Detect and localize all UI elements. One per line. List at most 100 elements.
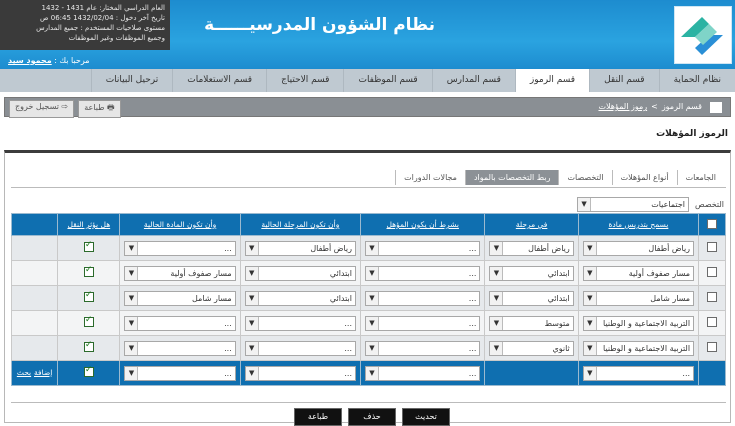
affects-transfer-checkbox[interactable]: [83, 290, 94, 302]
logo: [674, 6, 732, 64]
nav-tab[interactable]: ترحيل البيانات: [90, 69, 173, 92]
print-button[interactable]: طباعة: [294, 408, 342, 426]
chevron-down-icon: ▼: [245, 291, 259, 305]
breadcrumb-actions: 🖶 طباعة ⇨ تسجيل خروج: [9, 100, 121, 118]
stage-select[interactable]: ثانوي ▼: [489, 340, 574, 356]
home-icon[interactable]: [710, 102, 722, 113]
subtab[interactable]: أنواع المؤهلات: [611, 170, 677, 185]
affects-cell: [57, 285, 121, 311]
affects-transfer-checkbox[interactable]: [83, 265, 94, 277]
add-link[interactable]: إضافة: [34, 368, 52, 377]
row-checkbox[interactable]: [707, 291, 718, 302]
chevron-down-icon: ▼: [125, 366, 139, 380]
col-qualification[interactable]: بشرط أن يكون المؤهل: [359, 213, 486, 236]
affects-transfer-checkbox[interactable]: [83, 315, 94, 327]
search-link[interactable]: بحث: [17, 368, 31, 377]
nav-tab[interactable]: نظام الحماية: [658, 69, 735, 92]
nav-tab[interactable]: قسم الموظفات: [343, 69, 431, 92]
affects-cell: [57, 310, 121, 336]
current-subject-select[interactable]: ... ▼: [124, 340, 236, 356]
nav-tab[interactable]: قسم المدارس: [431, 69, 515, 92]
username-link[interactable]: محمود سيد: [8, 56, 52, 65]
subject-select[interactable]: مسار شامل ▼: [582, 290, 695, 306]
qualification-select[interactable]: ... ▼: [365, 240, 481, 256]
breadcrumb-current[interactable]: رموز المؤهلات: [598, 102, 647, 113]
system-title: نظام الشؤون المدرسيــــــة: [204, 15, 435, 35]
action-buttons: تحديث حذف طباعة: [294, 408, 450, 426]
footer-actions-cell: إضافة بحث: [10, 360, 59, 386]
chevron-down-icon: ▼: [125, 241, 139, 255]
qualification-select[interactable]: ... ▼: [365, 315, 481, 331]
stage-cell: ابتدائي ▼: [484, 285, 579, 311]
update-button[interactable]: تحديث: [402, 408, 450, 426]
new-affects-checkbox[interactable]: [83, 365, 94, 377]
row-checkbox[interactable]: [707, 341, 718, 352]
current-stage-select[interactable]: ... ▼: [244, 340, 356, 356]
new-qualification-select[interactable]: ... ▼: [365, 365, 481, 381]
chevron-down-icon: ▼: [366, 241, 379, 255]
stage-cell: ثانوي ▼: [484, 335, 579, 361]
subtab[interactable]: ربط التخصصات بالمواد: [464, 170, 559, 185]
col-affects-transfer: هل يؤثر النقل: [57, 213, 121, 236]
row-checkbox[interactable]: [707, 241, 718, 252]
chevron-down-icon: ▼: [245, 241, 259, 255]
col-current-subject[interactable]: وأن تكون المادة الحالية: [119, 213, 241, 236]
page-title: الرموز المؤهلات: [656, 129, 728, 139]
current-stage-cell: ... ▼: [239, 335, 362, 361]
qualification-select[interactable]: ... ▼: [365, 340, 481, 356]
current-subject-cell: ... ▼: [119, 335, 241, 361]
subject-select[interactable]: مسار صفوف أولية ▼: [582, 265, 695, 281]
current-subject-select[interactable]: مسار صفوف أولية ▼: [124, 265, 236, 281]
subtab[interactable]: التخصصات: [558, 170, 611, 185]
subtab[interactable]: مجالات الدورات: [395, 170, 465, 185]
qual-cell: ... ▼: [359, 335, 486, 361]
row-select-cell: [698, 310, 726, 336]
nav-tab[interactable]: قسم الرموز: [514, 69, 590, 92]
col-stage[interactable]: في مرحلة: [484, 213, 579, 236]
qualification-select[interactable]: ... ▼: [365, 290, 481, 306]
nav-tab[interactable]: قسم الاحتياج: [266, 69, 343, 92]
subject-cell: مسار صفوف أولية ▼: [577, 260, 700, 286]
actions-cell: [10, 335, 59, 361]
select-all-checkbox[interactable]: [707, 218, 718, 229]
new-current-subject-select[interactable]: ... ▼: [124, 365, 236, 381]
stage-select[interactable]: متوسط ▼: [489, 315, 574, 331]
col-subject[interactable]: يسمح بتدريس مادة: [577, 213, 700, 236]
current-stage-select[interactable]: رياض أطفال ▼: [244, 240, 356, 256]
specialization-select[interactable]: اجتماعيات ▼: [577, 197, 690, 212]
affects-transfer-checkbox[interactable]: [83, 240, 94, 252]
current-stage-cell: ابتدائي ▼: [239, 285, 362, 311]
current-subject-select[interactable]: ... ▼: [124, 315, 236, 331]
new-subject-select[interactable]: ... ▼: [582, 365, 695, 381]
footer-empty-cell: [698, 360, 726, 386]
affects-transfer-checkbox[interactable]: [83, 340, 94, 352]
row-checkbox[interactable]: [707, 266, 718, 277]
nav-tab[interactable]: قسم النقل: [589, 69, 659, 92]
breadcrumb-bar: قسم الرموز > رموز المؤهلات 🖶 طباعة ⇨ تسج…: [4, 97, 731, 118]
logout-link[interactable]: ⇨ تسجيل خروج: [9, 100, 75, 118]
subject-select[interactable]: التربية الاجتماعية و الوطنيا ▼: [582, 315, 695, 331]
col-current-stage[interactable]: وأن تكون المرحلة الحالية: [239, 213, 362, 236]
current-subject-select[interactable]: مسار شامل ▼: [124, 290, 236, 306]
qualification-select[interactable]: ... ▼: [365, 265, 481, 281]
stage-select[interactable]: رياض أطفال ▼: [489, 240, 574, 256]
delete-button[interactable]: حذف: [348, 408, 396, 426]
nav-tab[interactable]: قسم الاستعلامات: [172, 69, 266, 92]
row-checkbox[interactable]: [707, 316, 718, 327]
stage-select[interactable]: ابتدائي ▼: [489, 265, 574, 281]
subject-select[interactable]: التربية الاجتماعية و الوطنيا ▼: [582, 340, 695, 356]
subject-select[interactable]: رياض أطفال ▼: [582, 240, 695, 256]
current-stage-select[interactable]: ابتدائي ▼: [244, 290, 356, 306]
new-current-stage-select[interactable]: ... ▼: [244, 365, 356, 381]
chevron-down-icon: ▼: [125, 341, 139, 355]
row-select-cell: [698, 285, 726, 311]
current-stage-select[interactable]: ابتدائي ▼: [244, 265, 356, 281]
current-stage-select[interactable]: ... ▼: [244, 315, 356, 331]
stage-select[interactable]: ابتدائي ▼: [489, 290, 574, 306]
subject-cell: مسار شامل ▼: [577, 285, 700, 311]
chevron-down-icon: ▼: [490, 341, 504, 355]
content-panel: الجامعات أنواع المؤهلات التخصصات ربط التخصص…: [4, 150, 731, 426]
current-subject-select[interactable]: ... ▼: [124, 240, 236, 256]
print-link[interactable]: 🖶 طباعة: [78, 100, 121, 118]
subtab[interactable]: الجامعات: [676, 170, 724, 185]
